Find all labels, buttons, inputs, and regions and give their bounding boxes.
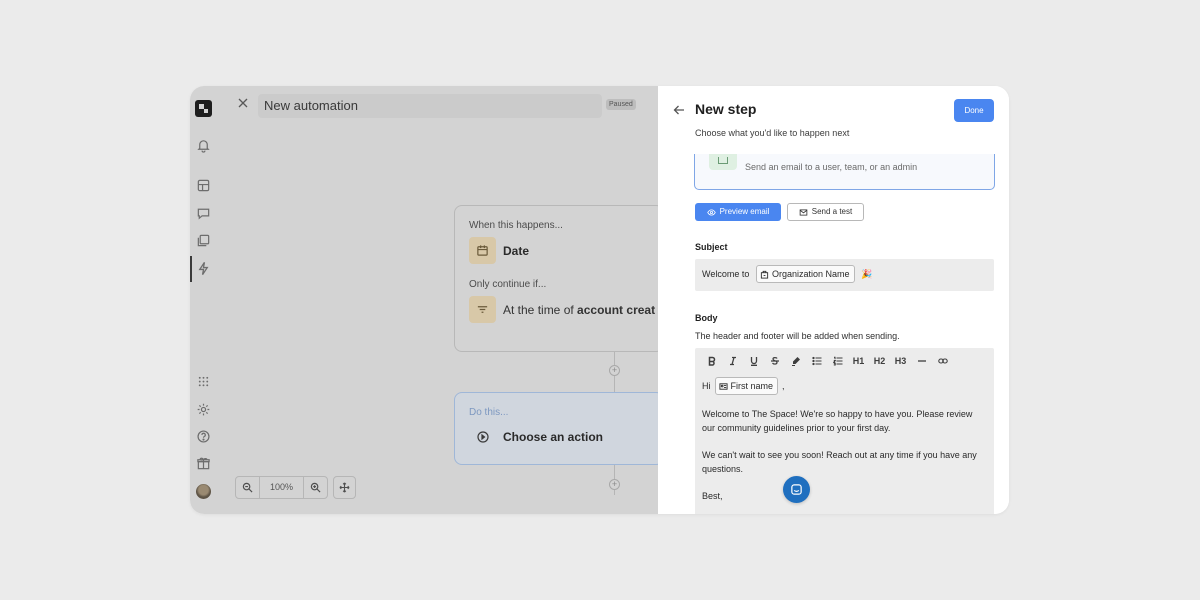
greeting-text: Hi [702,381,711,391]
zoom-level: 100% [259,477,304,498]
trigger-card[interactable]: When this happens... Date Only continue … [454,205,664,352]
highlighter-icon[interactable] [785,353,806,369]
apps-grid-icon[interactable] [196,374,211,389]
preview-email-button[interactable]: Preview email [695,203,781,221]
subject-prefix: Welcome to [702,269,750,279]
body-signoff: Best, [702,491,723,501]
body-hint: The header and footer will be added when… [695,331,900,341]
underline-icon[interactable] [743,353,764,369]
new-step-panel: New step Choose what you'd like to happe… [658,86,1009,514]
organization-name-chip[interactable]: Organization Name [756,265,855,283]
lightning-icon[interactable] [196,261,211,276]
back-arrow-icon[interactable] [673,104,685,116]
email-action-option[interactable]: Send an email to a user, team, or an adm… [694,154,995,190]
condition-label: Only continue if... [469,279,547,290]
bold-icon[interactable] [701,353,722,369]
close-icon[interactable] [237,97,249,109]
organization-name-label: Organization Name [772,269,850,279]
italic-icon[interactable] [722,353,743,369]
heading3-button[interactable]: H3 [890,353,911,369]
chat-icon[interactable] [196,206,211,221]
support-chat-button[interactable] [783,476,810,503]
horizontal-rule-icon[interactable] [911,353,932,369]
play-circle-icon [477,431,489,443]
body-label: Body [695,313,718,323]
panel-subtitle: Choose what you'd like to happen next [695,128,850,138]
action-card[interactable]: Do this... Choose an action [454,392,664,465]
panel-title: New step [695,101,757,117]
building-icon [760,270,769,279]
filter-icon [469,296,496,323]
chat-bubble-icon [790,483,803,496]
first-name-chip[interactable]: First name [714,377,779,395]
gear-icon[interactable] [196,402,211,417]
help-icon[interactable] [196,429,211,444]
subject-label: Subject [695,242,728,252]
numbered-list-icon[interactable] [827,353,848,369]
body-editor[interactable]: H1 H2 H3 Hi First name , Welcome to The … [695,348,994,514]
done-button[interactable]: Done [954,99,994,122]
action-title: Choose an action [503,430,604,444]
body-paragraph-2: We can't wait to see you soon! Reach out… [702,450,977,474]
first-name-label: First name [730,381,774,391]
app-logo[interactable] [195,100,212,117]
bullet-list-icon[interactable] [806,353,827,369]
status-badge: Paused [606,99,636,110]
formatting-toolbar: H1 H2 H3 [701,353,953,369]
greeting-line: Hi First name , [702,377,984,395]
party-emoji: 🎉 [861,269,873,279]
workflow-canvas: New automation Paused When this happens.… [190,86,664,514]
greeting-suffix: , [782,381,785,391]
user-avatar[interactable] [196,484,211,499]
sidebar [190,86,217,514]
do-label: Do this... [469,407,509,418]
zoom-in-button[interactable] [304,477,327,498]
trigger-title: Date [503,244,530,258]
add-step-node[interactable]: + [609,365,620,376]
strikethrough-icon[interactable] [764,353,785,369]
send-test-label: Send a test [811,207,853,216]
gallery-icon[interactable] [196,233,211,248]
eye-icon [706,208,716,217]
layout-icon[interactable] [196,178,211,193]
app-window: New automation Paused When this happens.… [190,86,1009,514]
calendar-icon [469,237,496,264]
bell-icon[interactable] [196,138,211,153]
envelope-icon [799,208,808,217]
add-step-node[interactable]: + [609,479,620,490]
zoom-controls: 100% [235,476,328,499]
id-card-icon [718,382,728,391]
when-label: When this happens... [469,220,563,231]
automation-title-input[interactable]: New automation [258,94,602,118]
link-icon[interactable] [932,353,953,369]
active-indicator [190,256,192,282]
heading1-button[interactable]: H1 [848,353,869,369]
gift-icon[interactable] [196,456,211,471]
body-paragraph-1: Welcome to The Space! We're so happy to … [702,409,973,433]
heading2-button[interactable]: H2 [869,353,890,369]
zoom-out-button[interactable] [236,477,259,498]
preview-email-label: Preview email [719,207,770,216]
email-option-description: Send an email to a user, team, or an adm… [745,162,918,172]
subject-field[interactable]: Welcome to Organization Name 🎉 [695,259,994,291]
move-canvas-button[interactable] [333,476,356,499]
send-test-button[interactable]: Send a test [787,203,864,221]
mail-icon [709,154,737,170]
condition-text: At the time of account creat [503,303,656,317]
